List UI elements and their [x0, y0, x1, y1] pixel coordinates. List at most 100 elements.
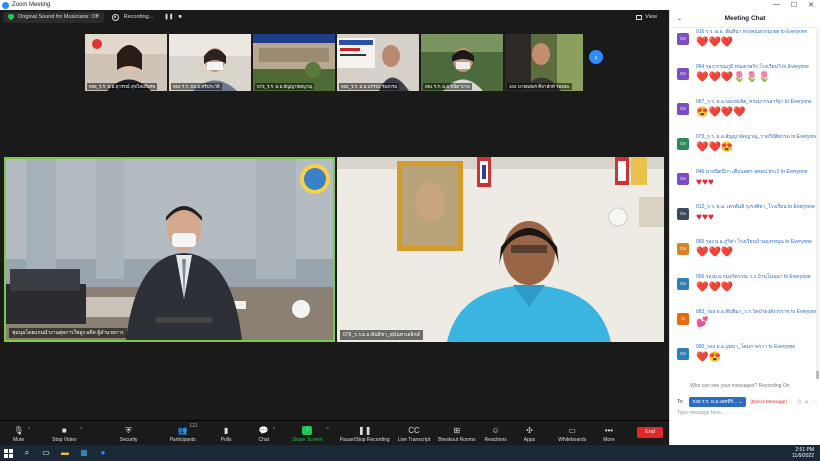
sender-avatar: Ov [677, 348, 689, 360]
chat-icon: 💬 [258, 426, 269, 435]
chat-message: Ov 090_รอง ผ.อ.บุษบา_โคมกาลราา to Everyon… [677, 343, 817, 377]
whiteboards-button[interactable]: ▭ Whiteboards [558, 426, 586, 443]
main-video-active-speaker[interactable]: ชุมนุมโดยแกนนำงานศุลการใชสูง อดีต ผู้อำน… [4, 157, 335, 342]
closed-captions-icon: CC [408, 426, 420, 435]
zoom-taskbar-icon[interactable]: ● [98, 448, 108, 458]
whiteboard-icon: ▭ [568, 426, 576, 435]
share-screen-button[interactable]: ↑ Share Screen ^ [292, 426, 329, 443]
who-can-see-notice[interactable]: Who can see your messages? Recording On [690, 383, 790, 389]
message-sender: 046 นายนิตนีกา เตือนคตร สคผป.ประ2 to Eve… [696, 169, 808, 175]
main-video-participant[interactable]: 079_ร.ร.ผ.อ.พันธิชา_สุนันทาเลอิกษ์ [337, 157, 664, 342]
participant-name: 054 ร.ร. มบ.ธ.ศรีประวัติ [171, 83, 222, 90]
participant-name: 073_ร.ร. ผ.อ.สัญญาจัดญาณุ [255, 83, 315, 90]
chat-header: ⌄ Meeting Chat [670, 10, 820, 28]
stop-recording-icon[interactable]: ■ [178, 14, 181, 20]
window-controls: — ☐ ✕ [773, 1, 820, 9]
participant-thumbnail-strip: 095_ร.ร. ผ.อ.สุวรรณ์ สุขโสมพิเศษ 054 ร.ร… [85, 34, 583, 91]
system-clock[interactable]: 2:51 PM 11/9/2022 [792, 447, 814, 459]
mute-button[interactable]: 🎙 Mute ^ [13, 426, 30, 443]
sender-avatar: Ov [677, 173, 689, 185]
more-button[interactable]: ••• More [603, 426, 614, 443]
chevron-down-icon[interactable]: ⌄ [677, 15, 682, 22]
message-text: ❤️❤️❤️ [696, 37, 734, 48]
recording-label: Recording... [123, 14, 154, 20]
chat-scrollbar[interactable] [816, 29, 819, 379]
breakout-rooms-icon: ⊞ [453, 426, 461, 435]
clock-date: 11/9/2022 [792, 453, 814, 459]
chevron-up-icon[interactable]: ^ [28, 427, 30, 433]
more-icon[interactable]: ⋯ [812, 399, 817, 405]
shield-icon: ⛨ [125, 426, 132, 435]
sender-avatar: Ov [677, 103, 689, 115]
apps-button[interactable]: ✣ Apps [524, 426, 535, 443]
chat-message-input[interactable]: Type message here... [677, 410, 725, 416]
message-sender: 073_ร.ร. ผ.อ.สัญญาจัดญาณุ_รายวิบัติธรรม … [696, 134, 818, 140]
pause-stop-recording-button[interactable]: ❚❚ Pause/Stop Recording [340, 426, 390, 443]
zoom-logo-icon [2, 1, 9, 9]
security-button[interactable]: ⛨ Security [120, 426, 138, 443]
pause-recording-icon[interactable]: ❚❚ [164, 14, 173, 20]
apps-icon: ✣ [526, 426, 533, 435]
windows-taskbar: ⌕ ▭ ▬ ▦ ● 2:51 PM 11/9/2022 [0, 445, 820, 461]
chat-tools: ▯ ☺ ⋯ [798, 399, 817, 405]
task-view-icon[interactable]: ▭ [41, 448, 51, 458]
participant-video [337, 157, 664, 342]
message-text: ❤️❤️❤️ [696, 247, 734, 258]
polls-button[interactable]: ▮ Polls [221, 426, 232, 443]
chevron-up-icon[interactable]: ^ [80, 427, 82, 433]
next-page-arrow-icon[interactable]: › [589, 50, 603, 64]
message-sender: 090_รอง ผ.อ.บุษบา_โคมกาลราา to Everyone [696, 344, 796, 350]
shield-icon [8, 13, 14, 21]
chat-message: O 083_รอง ผ.อ.พันทิมา_ร.ร.วัดป่ายงสังวรรา… [677, 308, 818, 342]
participant-name: 104 นายพอพร ศิลาสักค์ รองผอ. [507, 83, 573, 90]
windows-start-icon[interactable] [4, 448, 13, 458]
stop-video-button[interactable]: ■ Stop Video ^ [52, 426, 82, 443]
reactions-button[interactable]: ☺ Reactions [484, 426, 506, 443]
who-can-see-text: Who can see your messages? Recording On [690, 383, 790, 389]
recipient-dropdown[interactable]: 038 ร.ร. ผ.อ.เตศทีร์... ⌄ [688, 397, 747, 407]
message-sender: 083_รอง ผ.อ.พันทิมา_ร.ร.วัดป่ายงสังวรราช… [696, 309, 818, 315]
chat-input-placeholder: Type message here... [677, 410, 726, 416]
chevron-up-icon[interactable]: ^ [326, 427, 328, 433]
app-icon[interactable]: ▦ [79, 448, 89, 458]
participant-thumbnail[interactable]: 095_ร.ร. ผ.อ.สุวรรณ์ สุขโสมพิเศษ [85, 34, 167, 91]
message-text: 😍❤️❤️❤️ [696, 107, 746, 118]
reactions-icon: ☺ [491, 426, 500, 435]
search-icon[interactable]: ⌕ [22, 448, 32, 458]
participant-thumbnail[interactable]: 054 ร.ร. มบ.ธ.ศรีประวัติ [169, 34, 251, 91]
emoji-icon[interactable]: ☺ [804, 399, 809, 405]
participant-thumbnail[interactable]: 073_ร.ร. ผ.อ.สัญญาจัดญาณุ [253, 34, 335, 91]
window-titlebar: Zoom Meeting — ☐ ✕ [0, 0, 820, 10]
minimize-icon[interactable]: — [773, 1, 780, 9]
chat-recipient-bar: To: 038 ร.ร. ผ.อ.เตศทีร์... ⌄ (Direct Me… [677, 397, 817, 407]
message-text: ❤️😍 [696, 352, 721, 363]
participants-button[interactable]: 👥 Participants 121 [170, 423, 198, 443]
participant-thumbnail[interactable]: 092_ร.ร. ผ.อ.บรรจบ รองกรม [337, 34, 419, 91]
sender-avatar: Ov [677, 68, 689, 80]
breakout-rooms-button[interactable]: ⊞ Breakout Rooms [438, 426, 475, 443]
original-sound-toggle[interactable]: Original Sound for Musicians: Off [3, 11, 104, 23]
file-explorer-icon[interactable]: ▬ [60, 448, 70, 458]
message-sender: 067_ร.ร. ผ.อ.ขอเขมจิต_ทรงมากรสารัฐา to E… [696, 99, 812, 105]
chat-button[interactable]: 💬 Chat ^ [258, 426, 276, 443]
chat-message: Ov 046 นายนิตนีกา เตือนคตร สคผป.ประ2 to E… [677, 168, 817, 202]
chevron-up-icon[interactable]: ^ [273, 427, 275, 433]
sender-avatar: Ov [677, 138, 689, 150]
participant-thumbnail[interactable]: 104 นายพอพร ศิลาสักค์ รองผอ. [505, 34, 583, 91]
end-meeting-button[interactable]: End [637, 427, 663, 438]
chat-message: Ov 067_ร.ร. ผ.อ.ขอเขมจิต_ทรงมากรสารัฐา to… [677, 98, 817, 132]
participant-name: 091 ร.ร. ผ.อ.ชนิดาบาล [423, 83, 472, 90]
chat-message: Ov 050 รอง ผ.อ.ภูริต่า โรงเรียนบ้านดุงรหน… [677, 238, 817, 272]
chat-message-list[interactable]: Ov 016 ร.ร. ผ.อ. พันสินา ทรงคุณธรรมเขต to… [670, 28, 820, 381]
speaker-video [6, 159, 333, 340]
video-camera-icon: ■ [61, 426, 67, 435]
participant-thumbnail[interactable]: 091 ร.ร. ผ.อ.ชนิดาบาล [421, 34, 503, 91]
close-icon[interactable]: ✕ [808, 1, 814, 9]
more-icon: ••• [604, 426, 614, 435]
view-button[interactable]: View [636, 14, 657, 20]
message-text: ❤️❤️❤️ [696, 282, 734, 293]
file-icon[interactable]: ▯ [798, 399, 801, 405]
maximize-icon[interactable]: ☐ [791, 1, 797, 9]
live-transcript-button[interactable]: CC Live Transcript [398, 426, 431, 443]
meeting-topbar: Original Sound for Musicians: Off Record… [0, 10, 669, 24]
